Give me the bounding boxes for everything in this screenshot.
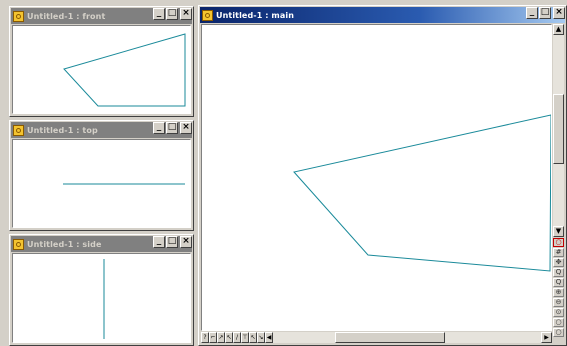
side-title: Untitled-1 : side [27, 239, 102, 249]
horizontal-scroll-thumb[interactable] [335, 332, 445, 343]
maximize-button[interactable]: □ [539, 7, 551, 19]
nav-button-8[interactable]: ↘ [257, 332, 265, 343]
grid-icon[interactable]: # [553, 248, 564, 257]
nav-button-3[interactable]: ↗ [217, 332, 225, 343]
scroll-down-button[interactable]: ▼ [553, 226, 564, 237]
top-viewport-window[interactable]: Untitled-1 : top _ □ × [9, 120, 194, 231]
side-drawing-area[interactable] [12, 253, 191, 343]
main-title: Untitled-1 : main [216, 10, 295, 20]
move-icon[interactable]: ✥ [553, 258, 564, 267]
horizontal-scroll-track[interactable] [273, 332, 541, 343]
top-view-canvas[interactable] [13, 140, 191, 228]
maximize-button[interactable]: □ [166, 8, 178, 20]
app-icon [202, 9, 213, 21]
minimize-button[interactable]: _ [153, 122, 165, 134]
view-tool-palette: ○ # ✥ Q Q ⊕ ⊖ ⊙ ○ ○ [553, 238, 564, 337]
rotate-icon[interactable]: ○ [553, 328, 564, 337]
top-drawing-area[interactable] [12, 139, 191, 228]
main-viewport-window[interactable]: Untitled-1 : main _ □ × ▲ ▼ ○ # ✥ Q Q ⊕ … [198, 5, 567, 346]
front-view-canvas[interactable] [13, 26, 191, 114]
horizontal-scrollbar[interactable]: ? ⌐ ↗ ↖ / ⊤ ↖ ↘ ◀ ▶ [201, 332, 552, 343]
vertical-scroll-thumb[interactable] [553, 94, 564, 164]
close-button[interactable]: × [180, 122, 192, 134]
app-icon [13, 10, 24, 22]
side-viewport-window[interactable]: Untitled-1 : side _ □ × [9, 234, 194, 346]
main-shape[interactable] [293, 114, 551, 272]
main-view-canvas[interactable] [202, 25, 552, 331]
scroll-left-button[interactable]: ◀ [265, 332, 273, 343]
top-window-controls: _ □ × [152, 122, 192, 134]
minimize-button[interactable]: _ [153, 8, 165, 20]
vertical-scrollbar[interactable]: ▲ ▼ [553, 24, 564, 237]
scroll-up-button[interactable]: ▲ [553, 24, 564, 35]
app-icon [13, 124, 24, 136]
front-title: Untitled-1 : front [27, 11, 106, 21]
main-drawing-area[interactable] [201, 24, 552, 331]
close-button[interactable]: × [180, 8, 192, 20]
top-title: Untitled-1 : top [27, 125, 98, 135]
nav-button-5[interactable]: / [233, 332, 241, 343]
zoom-icon[interactable]: Q [553, 268, 564, 277]
app-icon [13, 238, 24, 250]
side-window-controls: _ □ × [152, 236, 192, 248]
zoom-window-icon[interactable]: ⊙ [553, 308, 564, 317]
front-viewport-window[interactable]: Untitled-1 : front _ □ × [9, 6, 194, 117]
zoom-out-icon[interactable]: ⊖ [553, 298, 564, 307]
front-drawing-area[interactable] [12, 25, 191, 114]
front-shape[interactable] [63, 33, 186, 107]
minimize-button[interactable]: _ [153, 236, 165, 248]
nav-button-7[interactable]: ↖ [249, 332, 257, 343]
help-button[interactable]: ? [201, 332, 209, 343]
zoom-in-icon[interactable]: ⊕ [553, 288, 564, 297]
scroll-right-button[interactable]: ▶ [541, 332, 552, 343]
pan-icon[interactable]: ○ [553, 318, 564, 327]
side-view-canvas[interactable] [13, 254, 191, 343]
close-button[interactable]: × [180, 236, 192, 248]
front-window-controls: _ □ × [152, 8, 192, 20]
nav-button-2[interactable]: ⌐ [209, 332, 217, 343]
record-icon[interactable]: ○ [553, 238, 564, 247]
maximize-button[interactable]: □ [166, 122, 178, 134]
zoom-extents-icon[interactable]: Q [553, 278, 564, 287]
maximize-button[interactable]: □ [166, 236, 178, 248]
nav-button-6[interactable]: ⊤ [241, 332, 249, 343]
nav-button-4[interactable]: ↖ [225, 332, 233, 343]
close-button[interactable]: × [553, 7, 565, 19]
minimize-button[interactable]: _ [526, 7, 538, 19]
main-titlebar[interactable]: Untitled-1 : main [200, 7, 565, 23]
main-window-controls: _ □ × [525, 7, 565, 19]
